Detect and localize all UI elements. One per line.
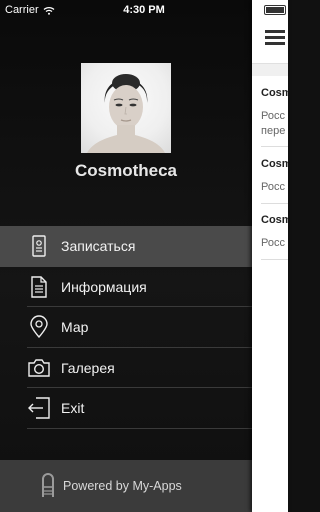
menu-item-label: Информация <box>61 278 147 295</box>
menu-item-label: Галерея <box>61 359 115 376</box>
menu-item-book[interactable]: Записаться <box>0 226 252 267</box>
content-strip <box>252 64 288 76</box>
map-pin-icon <box>30 315 48 339</box>
menu-item-gallery[interactable]: Галерея <box>0 348 252 388</box>
divider <box>27 427 252 429</box>
profile-photo <box>87 74 165 153</box>
camera-icon <box>28 358 50 377</box>
hamburger-menu-icon[interactable] <box>265 30 285 46</box>
menu-item-label: Exit <box>61 400 85 417</box>
menu-item-exit[interactable]: Exit <box>0 388 252 429</box>
list-item-subtitle: Росс <box>261 110 285 122</box>
list-item[interactable]: Cosm <box>261 213 288 228</box>
menu-item-map[interactable]: Мар <box>0 307 252 348</box>
ticket-icon <box>32 235 46 257</box>
list-item-subtitle-block: Росс <box>261 180 288 195</box>
my-apps-logo-icon <box>42 473 54 497</box>
exit-icon <box>28 397 50 419</box>
powered-by-text[interactable]: Powered by My-Apps <box>63 479 182 493</box>
list-item-title: Cosm <box>261 87 288 99</box>
list-item-title: Cosm <box>261 158 288 170</box>
list-item-subtitle-block: Росс пере <box>261 109 288 139</box>
divider <box>261 146 288 147</box>
side-drawer: Cosmotheca Записаться Информация Мар Гал… <box>0 0 252 512</box>
menu-item-info[interactable]: Информация <box>0 267 252 307</box>
list-item-title: Cosm <box>261 214 288 226</box>
drawer-footer: Powered by My-Apps <box>0 460 252 512</box>
menu-item-label: Записаться <box>61 238 136 255</box>
list-item-subtitle: пере <box>261 125 286 137</box>
status-bar: Carrier 4:30 PM <box>0 0 288 20</box>
document-icon <box>31 275 47 298</box>
avatar <box>81 63 171 153</box>
list-item-subtitle: Росс <box>261 237 285 249</box>
status-time: 4:30 PM <box>123 4 165 16</box>
app-name: Cosmotheca <box>74 161 178 180</box>
list-item-subtitle-block: Росс <box>261 236 288 251</box>
divider <box>261 259 288 260</box>
drawer-menu: Записаться Информация Мар Галерея Exit <box>0 226 252 429</box>
list-item[interactable]: Cosm <box>261 157 288 172</box>
divider <box>261 203 288 204</box>
list-item-subtitle: Росс <box>261 181 285 193</box>
main-content-panel[interactable]: Cosm Росс пере Cosm Росс Cosm Росс <box>252 0 288 512</box>
menu-item-label: Мар <box>61 319 89 336</box>
list-item[interactable]: Cosm <box>261 86 288 101</box>
